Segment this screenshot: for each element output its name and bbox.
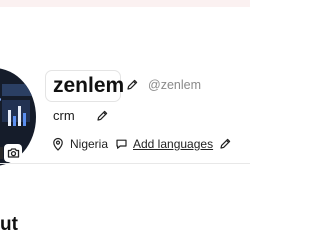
edit-bio-pencil-icon[interactable]: [96, 110, 108, 122]
display-name: zenlem: [53, 74, 125, 97]
map-pin-icon: [53, 137, 63, 151]
bio-text: crm: [53, 108, 75, 123]
add-languages-link[interactable]: Add languages: [133, 137, 213, 151]
cover-banner: [0, 0, 250, 7]
profile-page: zenlem @zenlem crm Nigeria Add languages…: [0, 0, 250, 250]
speech-bubble-icon: [116, 139, 127, 149]
edit-languages-pencil-icon[interactable]: [219, 138, 231, 150]
display-name-field[interactable]: zenlem: [45, 70, 125, 102]
location-text: Nigeria: [70, 137, 109, 151]
edit-name-pencil-icon[interactable]: [126, 79, 138, 91]
section-heading: ut: [0, 214, 18, 235]
username-handle: @zenlem: [148, 78, 201, 92]
section-divider: [0, 163, 250, 164]
avatar-edit-edge: [0, 147, 3, 159]
camera-icon: [7, 148, 19, 158]
change-photo-button[interactable]: [4, 144, 22, 162]
